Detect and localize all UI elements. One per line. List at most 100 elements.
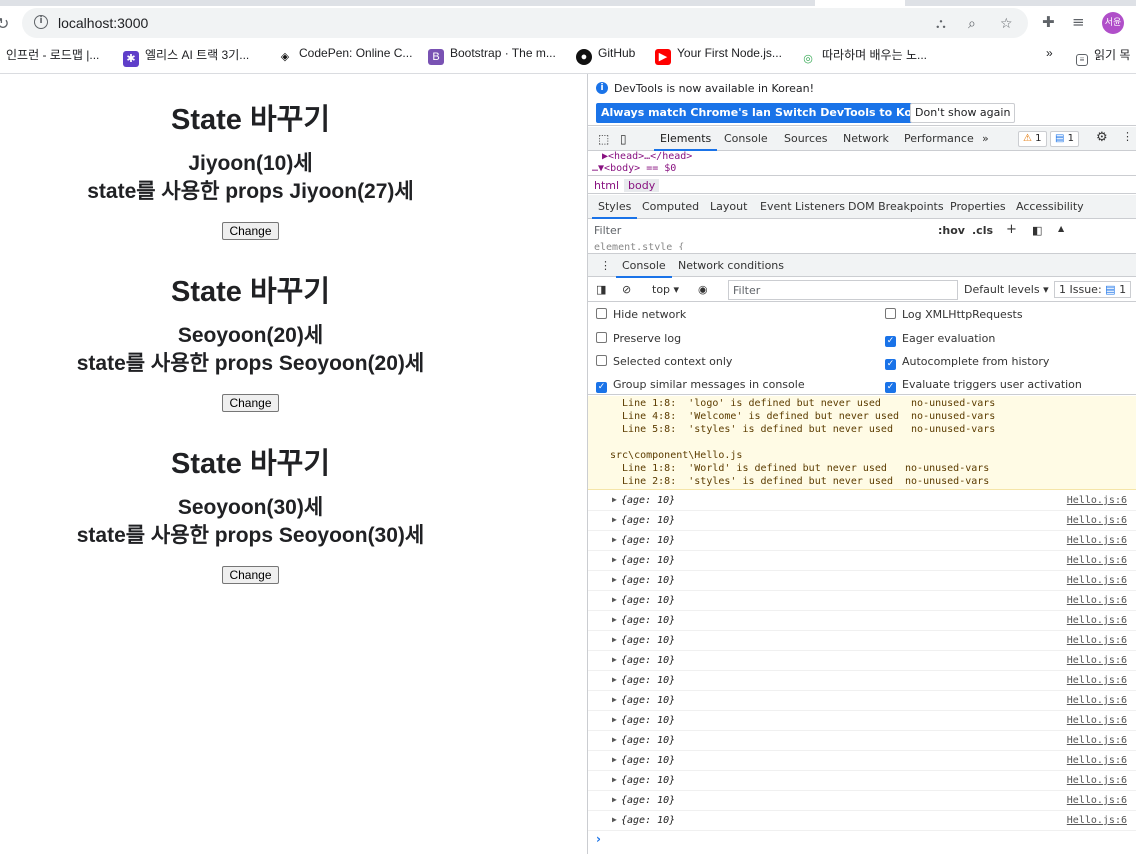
tab-styles[interactable]: Styles xyxy=(591,200,638,219)
setting-evaluate-triggers[interactable]: ✓ Evaluate triggers user activation xyxy=(885,378,1082,393)
log-source-link[interactable]: Hello.js:6 xyxy=(1067,595,1127,606)
bookmark-item[interactable]: 인프런 - 로드맵 |... xyxy=(6,46,99,63)
checkbox[interactable] xyxy=(596,308,607,319)
profile-avatar[interactable]: 서윤 xyxy=(1102,12,1124,34)
tab-sources[interactable]: Sources xyxy=(784,132,828,145)
bookmark-item[interactable]: ▶ Your First Node.js... xyxy=(655,46,782,65)
drawer-tab-console[interactable]: Console xyxy=(616,259,672,278)
styles-filter-input[interactable]: Filter xyxy=(594,224,621,237)
log-source-link[interactable]: Hello.js:6 xyxy=(1067,695,1127,706)
issues-button[interactable]: 1 Issue: ▤ 1 xyxy=(1054,281,1132,298)
console-log-row[interactable]: ▶ {age: 10} Hello.js:6 xyxy=(588,611,1136,631)
log-object[interactable]: {age: 10} xyxy=(621,495,675,506)
reload-icon[interactable]: ↻ xyxy=(0,14,9,33)
crumb-body[interactable]: body xyxy=(624,179,660,192)
expand-triangle-icon[interactable]: ▶ xyxy=(612,795,617,804)
tab-event-listeners[interactable]: Event Listeners xyxy=(760,200,845,213)
log-source-link[interactable]: Hello.js:6 xyxy=(1067,795,1127,806)
url-text[interactable]: localhost:3000 xyxy=(58,15,148,31)
console-log-row[interactable]: ▶ {age: 10} Hello.js:6 xyxy=(588,571,1136,591)
console-log-row[interactable]: ▶ {age: 10} Hello.js:6 xyxy=(588,531,1136,551)
checkbox[interactable] xyxy=(596,332,607,343)
console-log-row[interactable]: ▶ {age: 10} Hello.js:6 xyxy=(588,491,1136,511)
add-rule-icon[interactable]: + xyxy=(1006,222,1017,237)
console-log-row[interactable]: ▶ {age: 10} Hello.js:6 xyxy=(588,511,1136,531)
bookmark-star-icon[interactable]: ☆ xyxy=(1000,16,1013,32)
expand-triangle-icon[interactable]: ▶ xyxy=(612,575,617,584)
reading-list[interactable]: ≡ 읽기 목 xyxy=(1076,46,1130,66)
log-object[interactable]: {age: 10} xyxy=(621,595,675,606)
tab-elements[interactable]: Elements xyxy=(653,132,718,151)
log-source-link[interactable]: Hello.js:6 xyxy=(1067,635,1127,646)
console-prompt[interactable]: › xyxy=(596,832,601,846)
log-source-link[interactable]: Hello.js:6 xyxy=(1067,655,1127,666)
log-object[interactable]: {age: 10} xyxy=(621,815,675,826)
log-object[interactable]: {age: 10} xyxy=(621,655,675,666)
expand-triangle-icon[interactable]: ▶ xyxy=(612,515,617,524)
log-source-link[interactable]: Hello.js:6 xyxy=(1067,675,1127,686)
clear-console-icon[interactable]: ⊘ xyxy=(622,283,631,296)
checkbox-checked[interactable]: ✓ xyxy=(885,382,896,393)
log-object[interactable]: {age: 10} xyxy=(621,555,675,566)
console-log-row[interactable]: ▶ {age: 10} Hello.js:6 xyxy=(588,631,1136,651)
expand-triangle-icon[interactable]: ▶ xyxy=(612,595,617,604)
log-levels-select[interactable]: Default levels ▾ xyxy=(964,283,1049,296)
cls-toggle[interactable]: .cls xyxy=(972,224,993,237)
more-bookmarks-button[interactable]: » xyxy=(1046,46,1053,60)
device-toggle-icon[interactable]: ▯ xyxy=(620,132,627,146)
log-object[interactable]: {age: 10} xyxy=(621,735,675,746)
setting-eager-evaluation[interactable]: ✓ Eager evaluation xyxy=(885,332,995,347)
log-object[interactable]: {age: 10} xyxy=(621,615,675,626)
drawer-menu-icon[interactable]: ⋮ xyxy=(600,259,611,272)
log-object[interactable]: {age: 10} xyxy=(621,715,675,726)
expand-triangle-icon[interactable]: ▶ xyxy=(612,635,617,644)
console-log-row[interactable]: ▶ {age: 10} Hello.js:6 xyxy=(588,651,1136,671)
messages-badge[interactable]: ▤ 1 xyxy=(1050,131,1080,147)
log-source-link[interactable]: Hello.js:6 xyxy=(1067,755,1127,766)
setting-group-similar[interactable]: ✓ Group similar messages in console xyxy=(596,378,805,393)
log-source-link[interactable]: Hello.js:6 xyxy=(1067,495,1127,506)
expand-triangle-icon[interactable]: ▶ xyxy=(612,675,617,684)
more-tabs-button[interactable]: » xyxy=(982,132,989,145)
expand-triangle-icon[interactable]: ▶ xyxy=(612,555,617,564)
console-filter-input[interactable]: Filter xyxy=(728,280,958,300)
log-object[interactable]: {age: 10} xyxy=(621,515,675,526)
tab-accessibility[interactable]: Accessibility xyxy=(1016,200,1084,213)
crumb-html[interactable]: html xyxy=(594,179,619,192)
inspect-icon[interactable]: ⬚ xyxy=(598,132,609,146)
expand-triangle-icon[interactable]: ▶ xyxy=(612,535,617,544)
tab-network[interactable]: Network xyxy=(843,132,889,145)
log-source-link[interactable]: Hello.js:6 xyxy=(1067,815,1127,826)
console-log-row[interactable]: ▶ {age: 10} Hello.js:6 xyxy=(588,551,1136,571)
expand-triangle-icon[interactable]: ▶ xyxy=(612,815,617,824)
expand-triangle-icon[interactable]: ▶ xyxy=(612,735,617,744)
checkbox-checked[interactable]: ✓ xyxy=(596,382,607,393)
log-object[interactable]: {age: 10} xyxy=(621,575,675,586)
tab-dom-breakpoints[interactable]: DOM Breakpoints xyxy=(848,200,944,213)
translate-icon[interactable]: ⛬ xyxy=(936,16,946,32)
live-expression-eye-icon[interactable]: ◉ xyxy=(698,283,708,296)
bookmark-item[interactable]: ◎ 따라하며 배우는 노... xyxy=(800,46,927,67)
log-source-link[interactable]: Hello.js:6 xyxy=(1067,515,1127,526)
setting-preserve-log[interactable]: Preserve log xyxy=(596,332,681,345)
bookmark-item[interactable]: ◈ CodePen: Online C... xyxy=(277,46,413,65)
console-log-row[interactable]: ▶ {age: 10} Hello.js:6 xyxy=(588,711,1136,731)
sidebar-toggle-icon[interactable]: ◨ xyxy=(596,283,606,296)
tab-performance[interactable]: Performance xyxy=(904,132,974,145)
checkbox[interactable] xyxy=(596,355,607,366)
checkbox-checked[interactable]: ✓ xyxy=(885,336,896,347)
change-button[interactable]: Change xyxy=(222,566,279,584)
tab-console[interactable]: Console xyxy=(724,132,768,145)
bookmark-item[interactable]: B Bootstrap · The m... xyxy=(428,46,556,65)
log-source-link[interactable]: Hello.js:6 xyxy=(1067,535,1127,546)
expand-triangle-icon[interactable]: ▶ xyxy=(612,715,617,724)
console-log-row[interactable]: ▶ {age: 10} Hello.js:6 xyxy=(588,731,1136,751)
toggle-sidebar-icon[interactable]: ◧ xyxy=(1032,224,1042,237)
setting-selected-context[interactable]: Selected context only xyxy=(596,355,732,368)
dom-body-node[interactable]: …▼<body> == $0 xyxy=(592,163,676,174)
setting-log-xhr[interactable]: Log XMLHttpRequests xyxy=(885,308,1023,321)
site-info-icon[interactable]: i xyxy=(34,15,48,29)
extensions-icon[interactable]: ✚ xyxy=(1042,13,1055,31)
settings-gear-icon[interactable]: ⚙ xyxy=(1096,130,1108,145)
log-object[interactable]: {age: 10} xyxy=(621,535,675,546)
